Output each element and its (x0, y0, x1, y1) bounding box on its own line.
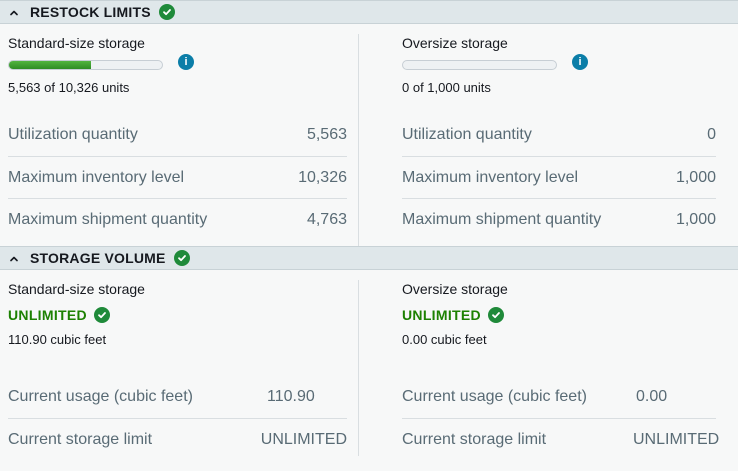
stat-value: UNLIMITED (633, 430, 720, 448)
stat-label: Utilization quantity (402, 126, 532, 143)
stat-label: Maximum inventory level (8, 168, 185, 186)
storage-standard-column: Standard-size storage UNLIMITED 110.90 c… (0, 270, 369, 460)
stat-label: Current storage limit (402, 430, 547, 448)
stat-label: Current storage limit (8, 430, 153, 448)
oversize-storage-title: Oversize storage (402, 281, 508, 297)
section-title: RESTOCK LIMITS (30, 4, 151, 20)
standard-storage-title: Standard-size storage (8, 281, 145, 297)
stat-row: Utilization quantity 0 (402, 114, 716, 156)
stat-value: 4,763 (306, 210, 347, 228)
restock-standard-stats: Utilization quantity 5,563 Maximum inven… (8, 114, 347, 240)
stat-value: 10,326 (298, 168, 347, 186)
restock-oversize-column: Oversize storage i 0 of 1,000 units Util… (369, 24, 738, 240)
stat-value: 5,563 (306, 126, 347, 143)
stat-row: Current storage limit UNLIMITED (8, 418, 347, 460)
standard-units-text: 5,563 of 10,326 units (8, 80, 130, 95)
storage-volume-section: STORAGE VOLUME Standard-size storage UNL… (0, 246, 738, 460)
check-circle-icon (158, 4, 175, 20)
check-circle-icon (487, 307, 504, 323)
standard-status-label: UNLIMITED (8, 307, 87, 323)
standard-usage-bar-fill (9, 60, 92, 69)
section-title: STORAGE VOLUME (30, 250, 166, 266)
chevron-up-icon[interactable] (10, 255, 18, 263)
oversize-status-label: UNLIMITED (402, 307, 481, 323)
stat-row: Utilization quantity 5,563 (8, 114, 347, 156)
storage-oversize-stats: Current usage (cubic feet) 0.00 Current … (402, 376, 720, 460)
oversize-usage-bar (402, 59, 557, 70)
restock-limits-header[interactable]: RESTOCK LIMITS (0, 0, 738, 24)
standard-usage-bar-row: i (8, 52, 347, 77)
stat-value: 0 (707, 126, 716, 143)
stat-value: 110.90 (267, 388, 315, 405)
check-circle-icon (93, 307, 110, 323)
stat-label: Current usage (cubic feet) (8, 388, 193, 405)
standard-usage-bar (8, 59, 163, 70)
oversize-storage-title: Oversize storage (402, 35, 508, 51)
standard-status-row: UNLIMITED (8, 306, 347, 324)
stat-value: UNLIMITED (260, 430, 347, 448)
stat-value: 0.00 (636, 388, 668, 405)
stat-row: Current storage limit UNLIMITED (402, 418, 720, 460)
chevron-up-icon[interactable] (10, 9, 18, 17)
oversize-volume-text: 0.00 cubic feet (402, 332, 487, 347)
stat-label: Maximum shipment quantity (402, 210, 602, 228)
stat-label: Utilization quantity (8, 126, 138, 143)
oversize-status-row: UNLIMITED (402, 306, 716, 324)
oversize-units-text: 0 of 1,000 units (402, 80, 491, 95)
stat-row: Maximum inventory level 10,326 (8, 156, 347, 198)
stat-value: 1,000 (675, 168, 716, 186)
inventory-limits-panel: RESTOCK LIMITS Standard-size storage i 5… (0, 0, 738, 471)
storage-standard-stats: Current usage (cubic feet) 110.90 Curren… (8, 376, 347, 460)
info-icon[interactable]: i (572, 53, 588, 70)
storage-oversize-column: Oversize storage UNLIMITED 0.00 cubic fe… (369, 270, 738, 460)
stat-label: Maximum inventory level (402, 168, 579, 186)
stat-row: Maximum shipment quantity 1,000 (402, 198, 716, 240)
restock-columns: Standard-size storage i 5,563 of 10,326 … (0, 24, 738, 249)
check-circle-icon (173, 250, 190, 266)
stat-row: Maximum shipment quantity 4,763 (8, 198, 347, 240)
standard-storage-title: Standard-size storage (8, 35, 145, 51)
stat-label: Current usage (cubic feet) (402, 388, 587, 405)
stat-row: Current usage (cubic feet) 0.00 (402, 376, 716, 418)
stat-row: Maximum inventory level 1,000 (402, 156, 716, 198)
storage-volume-header[interactable]: STORAGE VOLUME (0, 246, 738, 270)
storage-columns: Standard-size storage UNLIMITED 110.90 c… (0, 270, 738, 460)
stat-row: Current usage (cubic feet) 110.90 (8, 376, 347, 418)
standard-volume-text: 110.90 cubic feet (8, 332, 107, 347)
stat-label: Maximum shipment quantity (8, 210, 208, 228)
stat-value: 1,000 (675, 210, 716, 228)
info-icon[interactable]: i (178, 53, 194, 70)
oversize-usage-bar-row: i (402, 52, 716, 77)
restock-limits-section: RESTOCK LIMITS Standard-size storage i 5… (0, 0, 738, 249)
restock-oversize-stats: Utilization quantity 0 Maximum inventory… (402, 114, 716, 240)
restock-standard-column: Standard-size storage i 5,563 of 10,326 … (0, 24, 369, 240)
